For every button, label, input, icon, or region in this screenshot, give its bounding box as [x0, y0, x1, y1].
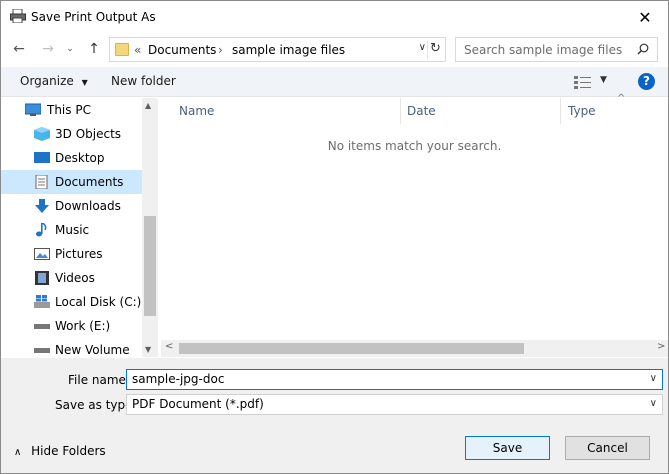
3d-objects-icon: [34, 127, 50, 141]
search-icon: [637, 43, 649, 55]
sidebar-item-label: This PC: [47, 103, 91, 117]
downloads-icon: [35, 199, 49, 213]
hide-folders-button[interactable]: ∧ Hide Folders: [14, 444, 106, 458]
recent-locations-button[interactable]: ⌄: [64, 38, 76, 60]
organize-label: Organize: [20, 74, 74, 88]
save-as-type-value: PDF Document (*.pdf): [132, 397, 264, 411]
sidebar-item-desktop[interactable]: Desktop: [1, 146, 142, 170]
scroll-thumb[interactable]: [179, 343, 524, 354]
sidebar-item-new-volume-f[interactable]: New Volume (F:): [1, 338, 142, 357]
sidebar-item-label: Downloads: [55, 199, 121, 213]
file-list: ^ Name Date Type No items match your sea…: [161, 93, 668, 357]
hide-folders-label: Hide Folders: [31, 444, 106, 458]
sidebar-item-label: Local Disk (C:): [55, 295, 142, 309]
scroll-down-icon[interactable]: ▼: [145, 345, 151, 354]
chevron-down-icon: ▼: [600, 75, 607, 85]
column-header-name[interactable]: Name: [161, 98, 401, 124]
forward-arrow-icon: →: [42, 41, 54, 57]
address-dropdown-icon[interactable]: ∨: [419, 42, 426, 53]
documents-icon: [35, 175, 48, 189]
forward-button[interactable]: →: [39, 38, 57, 60]
sidebar-item-3d-objects[interactable]: 3D Objects: [1, 122, 142, 146]
navigation-bar: ← → ⌄ ↑ « Documents › sample image files…: [1, 34, 668, 64]
organize-button[interactable]: Organize ▼: [20, 74, 88, 88]
sidebar-item-label: 3D Objects: [55, 127, 122, 141]
drive-icon: [34, 348, 50, 353]
scroll-up-icon[interactable]: ▲: [145, 101, 151, 110]
help-button[interactable]: ?: [638, 73, 655, 90]
desktop-icon: [34, 152, 50, 163]
breadcrumb-documents[interactable]: Documents: [148, 43, 216, 57]
search-box[interactable]: Search sample image files: [455, 37, 658, 62]
breadcrumb-overflow[interactable]: «: [134, 43, 141, 57]
new-folder-button[interactable]: New folder: [111, 74, 176, 88]
command-bar: Organize ▼ New folder ▼ ?: [1, 67, 668, 97]
scroll-left-icon[interactable]: <: [165, 341, 173, 352]
save-as-type-select[interactable]: PDF Document (*.pdf) ∨: [126, 394, 663, 415]
sidebar-item-label: Pictures: [55, 247, 103, 261]
sidebar-item-work-e[interactable]: Work (E:): [1, 314, 142, 338]
column-header-date[interactable]: Date: [401, 98, 561, 124]
file-list-horizontal-scrollbar[interactable]: < >: [161, 340, 668, 357]
scroll-right-icon[interactable]: >: [657, 341, 665, 352]
sidebar-item-music[interactable]: Music: [1, 218, 142, 242]
pc-icon: [25, 103, 41, 116]
back-arrow-icon: ←: [13, 41, 25, 57]
refresh-icon[interactable]: ↻: [427, 41, 443, 59]
chevron-down-icon: ⌄: [66, 44, 74, 54]
address-bar[interactable]: « Documents › sample image files ∨ ↻: [109, 37, 446, 62]
sidebar-item-label: New Volume (F:): [55, 343, 130, 357]
cancel-button[interactable]: Cancel: [565, 436, 650, 460]
sidebar-item-label: Music: [55, 223, 90, 237]
folder-icon: [115, 43, 129, 56]
navigation-pane: This PC 3D Objects Desktop Documents Dow…: [1, 98, 158, 357]
sidebar-item-label: Videos: [55, 271, 95, 285]
details-view-icon: [574, 76, 591, 89]
change-view-button[interactable]: ▼: [572, 73, 612, 91]
sidebar-item-documents[interactable]: Documents: [1, 170, 142, 194]
back-button[interactable]: ←: [10, 38, 28, 60]
sidebar-item-videos[interactable]: Videos: [1, 266, 142, 290]
save-as-type-label: Save as type:: [55, 398, 137, 412]
breadcrumb-sample-image-files[interactable]: sample image files: [232, 43, 345, 57]
save-options-panel: File name: sample-jpg-doc ∨ Save as type…: [1, 358, 668, 473]
sidebar-item-this-pc[interactable]: This PC: [1, 98, 142, 122]
navigation-tree: This PC 3D Objects Desktop Documents Dow…: [1, 98, 142, 357]
chevron-right-icon[interactable]: ›: [218, 43, 223, 57]
close-button[interactable]: ✕: [622, 1, 668, 33]
title-bar: Save Print Output As ✕: [1, 1, 668, 33]
sidebar-item-local-disk-c[interactable]: Local Disk (C:): [1, 290, 142, 314]
sidebar-item-label: Work (E:): [55, 319, 111, 333]
sidebar-item-label: Documents: [55, 175, 124, 189]
printer-icon: [10, 9, 26, 23]
sidebar-item-downloads[interactable]: Downloads: [1, 194, 142, 218]
save-button[interactable]: Save: [465, 436, 550, 460]
file-name-label: File name:: [68, 373, 130, 387]
search-placeholder: Search sample image files: [464, 43, 623, 57]
window-title: Save Print Output As: [31, 10, 156, 24]
chevron-down-icon: ∨: [649, 398, 657, 409]
chevron-down-icon[interactable]: ∨: [650, 373, 657, 384]
windows-drive-icon: [34, 295, 50, 308]
navigation-scrollbar[interactable]: ▲ ▼: [142, 98, 158, 357]
music-icon: [36, 223, 47, 237]
drive-icon: [34, 324, 50, 329]
sidebar-item-pictures[interactable]: Pictures: [1, 242, 142, 266]
close-icon: ✕: [638, 7, 652, 27]
sidebar-item-label: Desktop: [55, 151, 105, 165]
column-header-type[interactable]: Type: [561, 98, 668, 124]
up-arrow-icon: ↑: [88, 41, 100, 57]
chevron-down-icon: ▼: [81, 78, 88, 87]
empty-folder-message: No items match your search.: [327, 139, 502, 153]
save-dialog: Save Print Output As ✕ ← → ⌄ ↑ « Documen…: [0, 0, 669, 474]
scroll-thumb[interactable]: [144, 216, 156, 316]
videos-icon: [35, 271, 49, 285]
file-name-value: sample-jpg-doc: [132, 372, 225, 386]
file-name-input[interactable]: sample-jpg-doc ∨: [126, 369, 663, 390]
chevron-up-icon: ∧: [14, 447, 22, 458]
pictures-icon: [34, 248, 50, 260]
up-button[interactable]: ↑: [85, 38, 103, 60]
